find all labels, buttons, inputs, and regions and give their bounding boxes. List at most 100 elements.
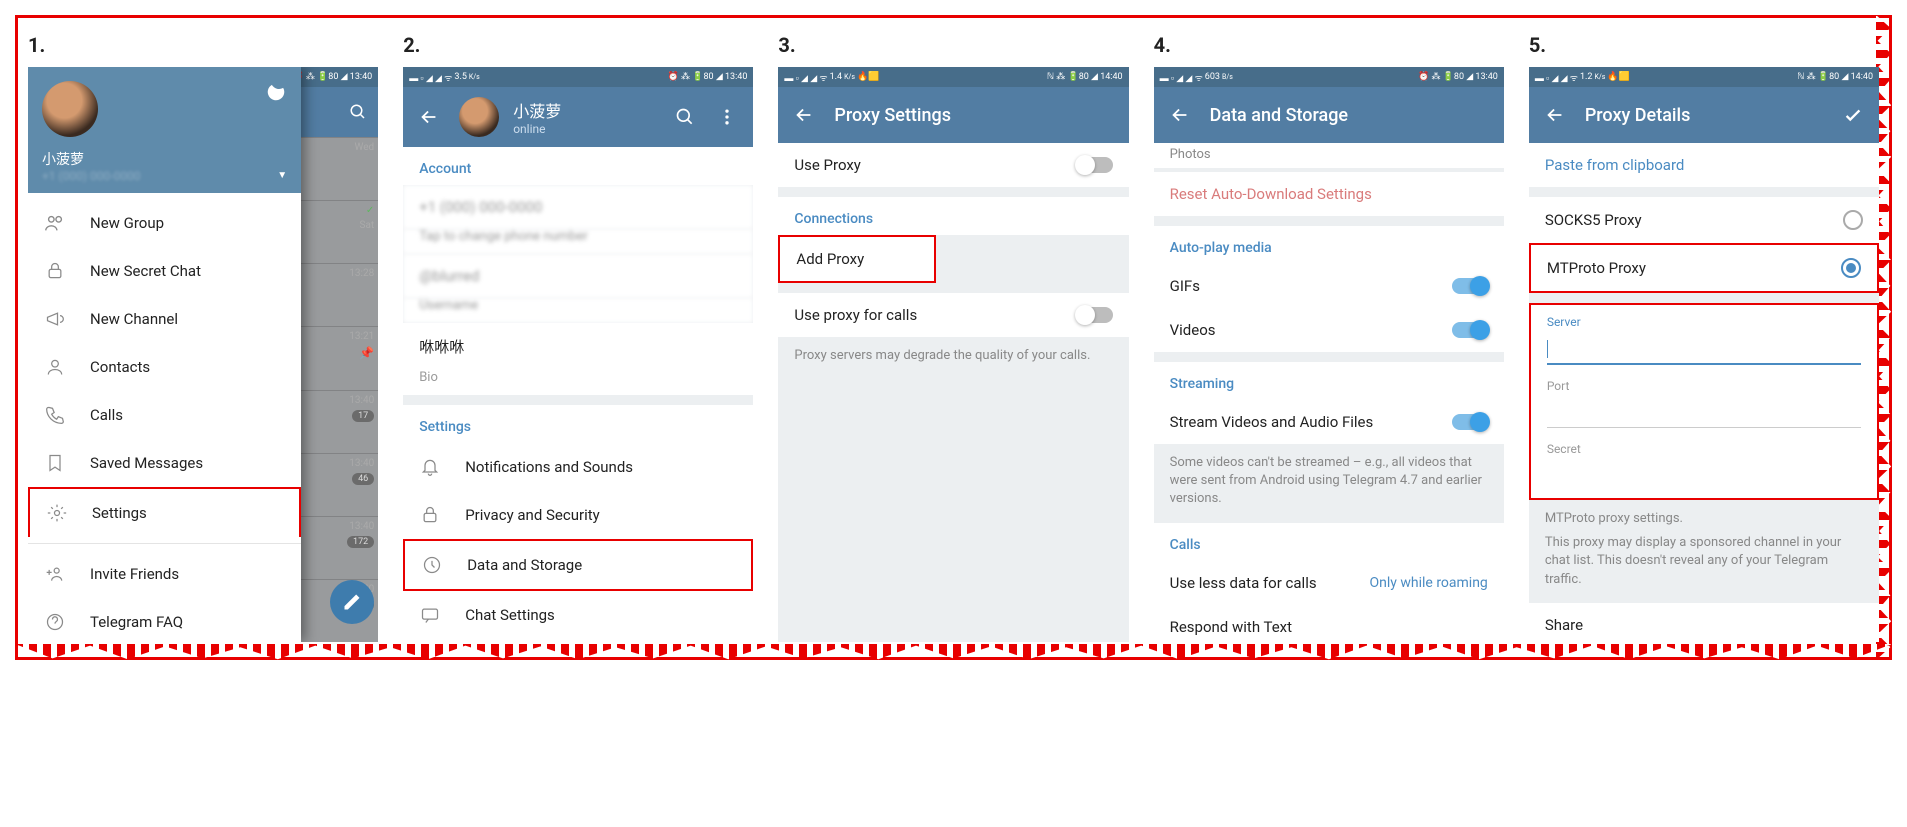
paste-clipboard[interactable]: Paste from clipboard <box>1529 143 1879 187</box>
drawer-phone-blurred: +1 (000) 000-0000 <box>42 169 287 183</box>
more-icon[interactable] <box>715 105 739 129</box>
bookmark-icon <box>44 452 66 474</box>
search-icon[interactable] <box>346 100 370 124</box>
night-mode-icon[interactable] <box>265 81 287 107</box>
settings-data-storage[interactable]: Data and Storage <box>403 539 753 591</box>
respond-text-row[interactable]: Respond with Text <box>1154 605 1504 642</box>
switch-on[interactable] <box>1452 414 1488 430</box>
phone-sub-blurred: Tap to change phone number <box>403 229 753 254</box>
use-proxy-toggle[interactable]: Use Proxy <box>778 143 1128 187</box>
nav-drawer: 小菠萝 +1 (000) 000-0000 ▼ New Group New Se… <box>28 67 301 642</box>
radio-on[interactable] <box>1841 258 1861 278</box>
phone-screen-4: ▬ ▫ ◢ ◢ ᯤ 603B/s ⏰ ⁂ 🔋80 ◢ 13:40 Data an… <box>1154 67 1504 642</box>
switch-on[interactable] <box>1452 278 1488 294</box>
profile-name: 小菠萝 <box>513 98 561 122</box>
drawer-faq[interactable]: Telegram FAQ <box>28 598 301 642</box>
phone-icon <box>44 404 66 426</box>
statusbar: ▬ ▫ ◢ ◢ ᯤ 3.5K/s ⏰ ⁂ 🔋80 ◢ 13:40 <box>403 67 753 87</box>
chat-list-dimmed: Wed ✓Sat 13:28 13:21📌 13:4017 13:4046 13… <box>301 87 378 642</box>
radio-off[interactable] <box>1843 210 1863 230</box>
streaming-header: Streaming <box>1154 362 1504 400</box>
add-proxy-button[interactable]: Add Proxy <box>778 235 936 283</box>
drawer-new-channel[interactable]: New Channel <box>28 295 301 343</box>
back-icon[interactable] <box>792 103 816 127</box>
phone-screen-2: ▬ ▫ ◢ ◢ ᯤ 3.5K/s ⏰ ⁂ 🔋80 ◢ 13:40 小菠萝 onl… <box>403 67 753 642</box>
page-title: Data and Storage <box>1210 105 1490 126</box>
avatar[interactable] <box>459 97 499 137</box>
calls-header: Calls <box>1154 523 1504 561</box>
photos-row-partial[interactable]: Photos <box>1154 143 1504 168</box>
stream-info: Some videos can't be streamed – e.g., al… <box>1154 444 1504 523</box>
phone-screen-5: ▬ ▫ ◢ ◢ ᯤ 1.2K/s 🔥🟨 ℕ ⁂ 🔋80 ◢ 14:40 Prox… <box>1529 67 1879 642</box>
statusbar: ▬ ▫ ◢ ◢ ᯤ 1.2K/s 🔥🟨 ℕ ⁂ 🔋80 ◢ 14:40 <box>1529 67 1879 87</box>
server-label: Server <box>1547 315 1861 329</box>
account-header: Account <box>403 147 753 185</box>
drawer-header: 小菠萝 +1 (000) 000-0000 ▼ <box>28 67 301 193</box>
drawer-contacts[interactable]: Contacts <box>28 343 301 391</box>
person-icon <box>44 356 66 378</box>
data-icon <box>421 554 443 576</box>
bio-label: Bio <box>403 370 753 395</box>
gifs-toggle[interactable]: GIFs <box>1154 264 1504 308</box>
settings-privacy[interactable]: Privacy and Security <box>403 491 753 539</box>
group-icon <box>44 212 66 234</box>
use-proxy-calls-toggle[interactable]: Use proxy for calls <box>778 293 1128 337</box>
search-icon[interactable] <box>673 105 697 129</box>
secret-input[interactable] <box>1547 462 1861 490</box>
drawer-new-group[interactable]: New Group <box>28 199 301 247</box>
videos-toggle[interactable]: Videos <box>1154 308 1504 352</box>
profile-toolbar: 小菠萝 online <box>403 87 753 147</box>
drawer-new-secret-chat[interactable]: New Secret Chat <box>28 247 301 295</box>
drawer-settings[interactable]: Settings <box>28 487 301 537</box>
bio-value[interactable]: 咻咻咻 <box>403 323 753 370</box>
lock-icon <box>44 260 66 282</box>
autoplay-header: Auto-play media <box>1154 226 1504 264</box>
proxy-info-text: Proxy servers may degrade the quality of… <box>778 337 1128 379</box>
avatar[interactable] <box>42 81 98 137</box>
switch-off[interactable] <box>1077 307 1113 323</box>
step-number-5: 5. <box>1529 33 1879 57</box>
back-icon[interactable] <box>1543 103 1567 127</box>
mtproto-info: MTProto proxy settings. This proxy may d… <box>1529 500 1879 603</box>
server-input[interactable] <box>1547 335 1861 365</box>
less-data-row[interactable]: Use less data for callsOnly while roamin… <box>1154 561 1504 605</box>
username-blurred[interactable]: @blurred <box>403 254 753 298</box>
data-storage-toolbar: Data and Storage <box>1154 87 1504 143</box>
step-number-1: 1. <box>28 33 378 57</box>
gear-icon <box>46 502 68 524</box>
secret-label: Secret <box>1547 442 1861 456</box>
share-row[interactable]: Share <box>1529 603 1879 642</box>
settings-chat[interactable]: Chat Settings <box>403 591 753 639</box>
page-title: Proxy Settings <box>834 105 1114 126</box>
step-number-4: 4. <box>1154 33 1504 57</box>
stream-toggle[interactable]: Stream Videos and Audio Files <box>1154 400 1504 444</box>
switch-on[interactable] <box>1452 322 1488 338</box>
phone-number-blurred[interactable]: +1 (000) 000-0000 <box>403 185 753 229</box>
socks5-option[interactable]: SOCKS5 Proxy <box>1529 197 1879 243</box>
question-icon <box>44 611 66 633</box>
back-icon[interactable] <box>417 105 441 129</box>
proxy-details-toolbar: Proxy Details <box>1529 87 1879 143</box>
port-label: Port <box>1547 379 1861 393</box>
step-number-3: 3. <box>778 33 1128 57</box>
bell-icon <box>419 456 441 478</box>
drawer-username: 小菠萝 <box>42 149 287 169</box>
settings-notifications[interactable]: Notifications and Sounds <box>403 443 753 491</box>
drawer-calls[interactable]: Calls <box>28 391 301 439</box>
megaphone-icon <box>44 308 66 330</box>
less-data-value: Only while roaming <box>1370 575 1488 591</box>
mtproto-option[interactable]: MTProto Proxy <box>1529 243 1879 293</box>
reset-auto-download[interactable]: Reset Auto-Download Settings <box>1154 172 1504 216</box>
statusbar: ▬ ▫ ◢ ◢ ᯤ 603B/s ⏰ ⁂ 🔋80 ◢ 13:40 <box>1154 67 1504 87</box>
settings-devices[interactable]: Devices <box>403 639 753 642</box>
drawer-saved-messages[interactable]: Saved Messages <box>28 439 301 487</box>
chevron-down-icon[interactable]: ▼ <box>277 170 287 181</box>
phone-screen-1: ▬ ▫ ◢ ◢ ᯤ 331B/s ⏰ ⁂ 🔋80 ◢ 13:40 Wed ✓Sa… <box>28 67 378 642</box>
back-icon[interactable] <box>1168 103 1192 127</box>
port-input[interactable] <box>1547 399 1861 428</box>
drawer-invite-friends[interactable]: Invite Friends <box>28 550 301 598</box>
switch-off[interactable] <box>1077 157 1113 173</box>
new-chat-fab[interactable] <box>330 580 374 624</box>
page-title: Proxy Details <box>1585 105 1823 126</box>
check-icon[interactable] <box>1841 103 1865 127</box>
